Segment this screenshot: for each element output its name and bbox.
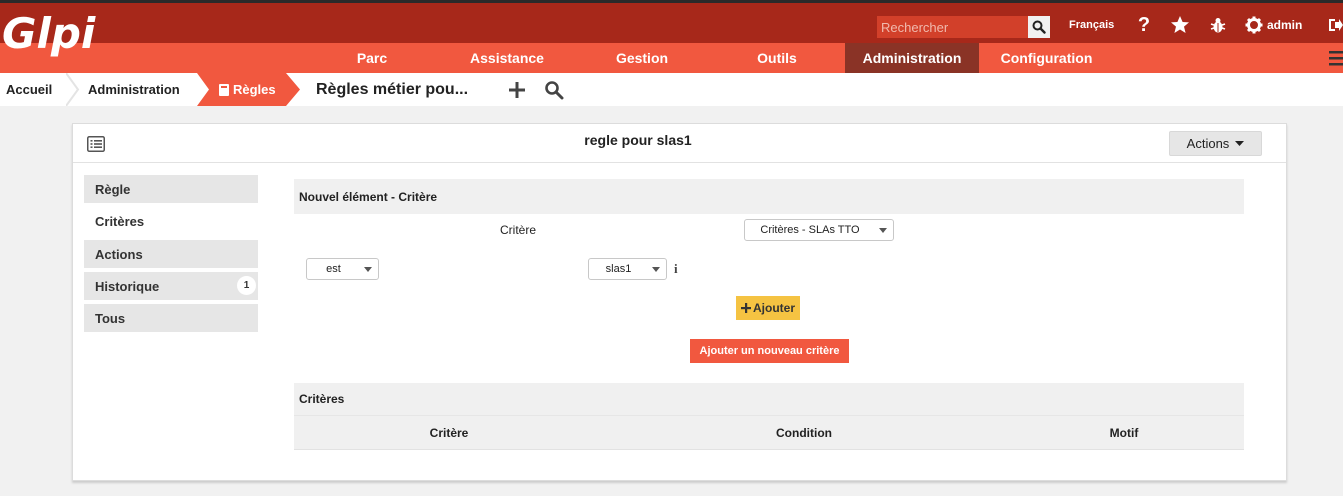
criteria-table-header: Critère Condition Motif bbox=[294, 416, 1244, 450]
menu-configuration[interactable]: Configuration bbox=[979, 43, 1114, 73]
logo-text: Glpi bbox=[2, 9, 96, 58]
pattern-select[interactable]: slas1 bbox=[588, 258, 667, 280]
menu-gestion[interactable]: Gestion bbox=[580, 43, 704, 73]
form-heading: Nouvel élément - Critère bbox=[294, 179, 1244, 214]
bug-icon bbox=[1210, 18, 1226, 33]
add-rule-button[interactable] bbox=[506, 79, 528, 101]
critere-select[interactable]: Critères - SLAs TTO bbox=[744, 219, 894, 241]
username: admin bbox=[1267, 18, 1303, 32]
menu-assistance[interactable]: Assistance bbox=[441, 43, 573, 73]
criteria-table-title: Critères bbox=[294, 383, 1244, 416]
tab-label: Historique bbox=[95, 278, 160, 294]
info-icon[interactable]: i bbox=[674, 261, 678, 277]
gear-icon bbox=[1245, 16, 1263, 34]
criteria-table: Critères Critère Condition Motif bbox=[294, 383, 1244, 450]
tab-label: Actions bbox=[95, 246, 143, 262]
condition-select[interactable]: est bbox=[306, 258, 379, 280]
column-motif[interactable]: Motif bbox=[994, 416, 1254, 450]
breadcrumb-regles-text: Règles bbox=[233, 82, 276, 97]
favorites-button[interactable] bbox=[1169, 14, 1191, 36]
caret-down-icon bbox=[1235, 140, 1245, 146]
plus-icon bbox=[741, 303, 751, 313]
help-button[interactable]: ? bbox=[1133, 14, 1155, 36]
menu-parc[interactable]: Parc bbox=[327, 43, 417, 73]
language-link[interactable]: Français bbox=[1069, 19, 1114, 31]
search-rules-button[interactable] bbox=[543, 79, 565, 101]
tab-label: Tous bbox=[95, 310, 126, 326]
tab-historique[interactable]: Historique 1 bbox=[84, 272, 258, 300]
panel-header: regle pour slas1 Actions bbox=[73, 124, 1286, 163]
add-new-criterion-button[interactable]: Ajouter un nouveau critère bbox=[690, 339, 849, 363]
tab-tous[interactable]: Tous bbox=[84, 304, 258, 332]
search-button[interactable] bbox=[1028, 16, 1050, 38]
column-critere[interactable]: Critère bbox=[294, 416, 604, 450]
question-icon: ? bbox=[1137, 13, 1151, 36]
pattern-select-value: slas1 bbox=[605, 263, 632, 275]
chevron-down-icon bbox=[879, 228, 887, 233]
debug-button[interactable] bbox=[1207, 14, 1229, 36]
search-input[interactable] bbox=[877, 16, 1028, 38]
tab-regle[interactable]: Règle bbox=[84, 175, 258, 203]
glpi-logo[interactable]: Glpi bbox=[2, 8, 102, 68]
breadcrumb-home[interactable]: Accueil bbox=[6, 73, 52, 106]
tab-actions[interactable]: Actions bbox=[84, 240, 258, 268]
user-menu[interactable]: admin bbox=[1245, 14, 1302, 36]
logout-icon bbox=[1329, 19, 1343, 31]
top-bar: Français ? admin bbox=[0, 0, 1343, 43]
breadcrumb-regles[interactable]: Règles bbox=[197, 73, 300, 106]
chevron-down-icon bbox=[652, 267, 660, 272]
actions-label: Actions bbox=[1186, 136, 1230, 151]
add-button-label: Ajouter bbox=[753, 301, 795, 315]
tab-label: Règle bbox=[95, 181, 131, 197]
rule-title: regle pour slas1 bbox=[584, 132, 692, 148]
chevron-down-icon bbox=[364, 267, 372, 272]
search-icon bbox=[1032, 20, 1046, 34]
breadcrumb: Accueil Administration Règles Règles mét… bbox=[0, 73, 1343, 106]
search-icon bbox=[545, 81, 564, 100]
add-button[interactable]: Ajouter bbox=[736, 296, 800, 320]
critere-select-value: Critères - SLAs TTO bbox=[760, 224, 860, 236]
book-icon bbox=[219, 83, 229, 96]
actions-dropdown[interactable]: Actions bbox=[1169, 131, 1262, 156]
menu-outils[interactable]: Outils bbox=[713, 43, 841, 73]
main-menu: Parc Assistance Gestion Outils Administr… bbox=[0, 43, 1343, 73]
rule-panel: regle pour slas1 Actions Règle Critères … bbox=[72, 123, 1287, 481]
breadcrumb-regles-label: Règles bbox=[219, 73, 276, 106]
breadcrumb-separator bbox=[66, 73, 80, 106]
menu-administration[interactable]: Administration bbox=[845, 43, 979, 73]
star-icon bbox=[1171, 16, 1189, 33]
tab-label: Critères bbox=[95, 213, 145, 229]
search-box bbox=[877, 16, 1050, 38]
page-title: Règles métier pou... bbox=[316, 80, 469, 98]
plus-icon bbox=[509, 82, 525, 98]
breadcrumb-administration[interactable]: Administration bbox=[88, 73, 180, 106]
logout-button[interactable] bbox=[1328, 14, 1343, 36]
column-condition[interactable]: Condition bbox=[644, 416, 964, 450]
critere-label: Critère bbox=[500, 223, 537, 237]
condition-select-value: est bbox=[326, 263, 341, 275]
tab-criteres[interactable]: Critères bbox=[84, 207, 258, 235]
hamburger-icon[interactable] bbox=[1329, 49, 1343, 67]
count-badge: 1 bbox=[237, 276, 256, 295]
